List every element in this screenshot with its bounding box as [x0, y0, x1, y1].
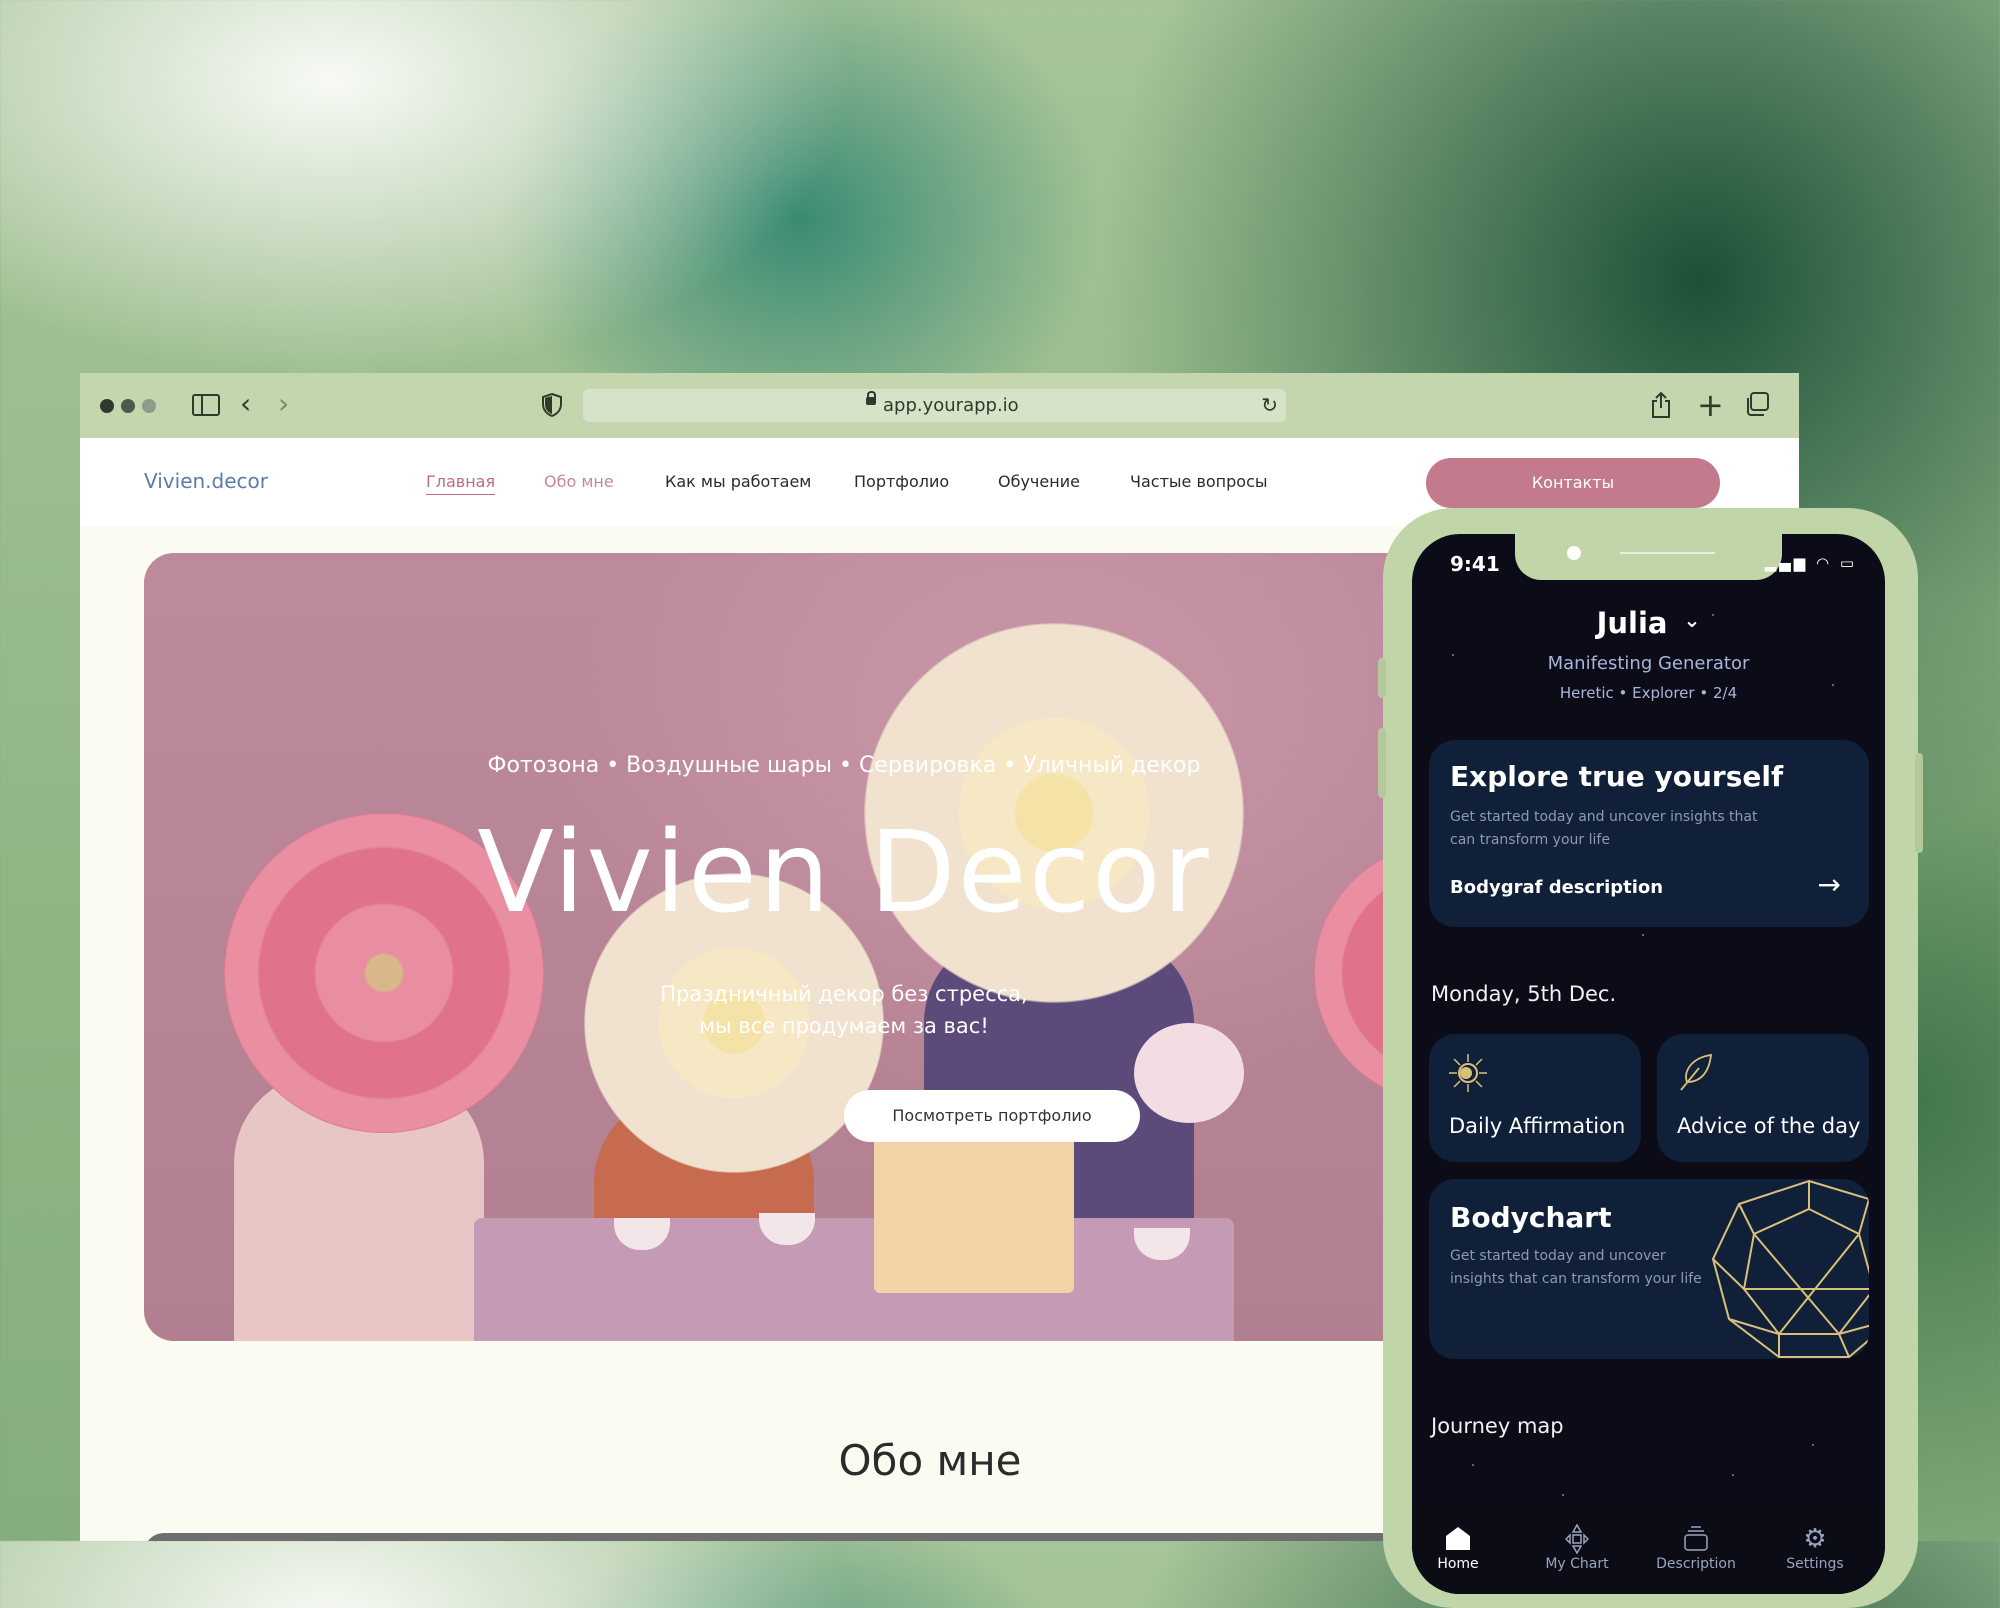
- bodychart-text-line: insights that can transform your life: [1450, 1271, 1702, 1287]
- close-window-button[interactable]: [100, 399, 114, 413]
- phone-frame: 9:41 ▂▄▆ ◠ ▭ Julia ⌄ Manifesting Generat…: [1378, 508, 1923, 1608]
- hero-tags: Фотозона • Воздушные шары • Сервировка •…: [487, 753, 1201, 778]
- tab-my-chart[interactable]: My Chart: [1522, 1522, 1632, 1572]
- explore-card-title: Explore true yourself: [1450, 760, 1784, 793]
- tabs-icon[interactable]: [1745, 392, 1769, 416]
- arrow-right-icon[interactable]: →: [1818, 868, 1841, 901]
- nav-link-home[interactable]: Главная: [426, 472, 496, 495]
- user-type: Manifesting Generator: [1547, 653, 1750, 674]
- geometric-polyhedron-icon: [1711, 1179, 1869, 1358]
- tab-description[interactable]: Description: [1641, 1522, 1751, 1572]
- camera-dot: [1567, 546, 1581, 560]
- maximize-window-button[interactable]: [142, 399, 156, 413]
- tab-label: Home: [1437, 1556, 1479, 1572]
- site-logo[interactable]: Vivien.decor: [144, 469, 268, 493]
- explore-card-text-line: can transform your life: [1450, 832, 1610, 848]
- daily-affirmation-title: Daily Affirmation: [1449, 1114, 1626, 1138]
- chevron-down-icon: ⌄: [1683, 608, 1701, 632]
- profile-switcher[interactable]: Julia ⌄: [1412, 606, 1885, 640]
- star-dot: [1642, 934, 1644, 936]
- sun-icon: [1449, 1054, 1487, 1092]
- star-dot: [1562, 1494, 1564, 1496]
- user-name: Julia: [1596, 606, 1668, 640]
- status-icons: ▂▄▆ ◠ ▭: [1764, 554, 1857, 572]
- phone-side-button: [1378, 658, 1386, 698]
- hero-banner: Фотозона • Воздушные шары • Сервировка •…: [144, 553, 1544, 1341]
- explore-card[interactable]: Explore true yourself Get started today …: [1429, 740, 1869, 927]
- lock-icon: [866, 391, 876, 405]
- contacts-button[interactable]: Контакты: [1426, 458, 1720, 508]
- hero-subtitle-line: Праздничный декор без стресса,: [660, 982, 1028, 1006]
- home-icon: [1446, 1527, 1470, 1550]
- hero-table: [474, 1218, 1234, 1341]
- bottom-tab-bar: Home My Chart Description ⚙ Settings: [1412, 1504, 1885, 1594]
- nav-link-portfolio[interactable]: Портфолио: [854, 472, 949, 491]
- view-portfolio-button[interactable]: Посмотреть портфолио: [844, 1090, 1140, 1142]
- back-icon[interactable]: ‹: [240, 390, 251, 418]
- feather-icon: [1680, 1053, 1713, 1091]
- new-tab-plus-icon[interactable]: +: [1697, 389, 1724, 421]
- address-bar[interactable]: app.yourapp.io ↻: [583, 389, 1286, 422]
- explore-card-text-line: Get started today and uncover insights t…: [1450, 809, 1758, 825]
- advice-of-the-day-card[interactable]: Advice of the day: [1657, 1034, 1869, 1162]
- hero-subtitle: Праздничный декор без стресса, мы все пр…: [144, 978, 1544, 1042]
- hero-title: Vivien Decor: [477, 808, 1211, 938]
- sidebar-icon[interactable]: [192, 394, 220, 416]
- minimize-window-button[interactable]: [121, 399, 135, 413]
- shield-icon[interactable]: [542, 393, 562, 417]
- user-profile-meta: Heretic • Explorer • 2/4: [1559, 684, 1738, 702]
- nav-link-education[interactable]: Обучение: [998, 472, 1080, 491]
- browser-toolbar: ‹ › app.yourapp.io ↻ +: [80, 373, 1799, 438]
- speaker-line: [1620, 552, 1715, 554]
- reload-icon[interactable]: ↻: [1261, 393, 1278, 417]
- star-dot: [1472, 1464, 1474, 1466]
- date-label: Monday, 5th Dec.: [1431, 982, 1617, 1006]
- tab-label: Settings: [1786, 1556, 1844, 1572]
- bodychart-card[interactable]: Bodychart Get started today and uncover …: [1429, 1179, 1869, 1359]
- hero-subtitle-line: мы все продумаем за вас!: [699, 1014, 989, 1038]
- bodychart-text: Get started today and uncover insights t…: [1450, 1245, 1702, 1291]
- nav-link-about[interactable]: Обо мне: [544, 472, 614, 491]
- url-text: app.yourapp.io: [883, 395, 1019, 416]
- phone-notch: [1515, 534, 1782, 580]
- phone-side-button: [1378, 728, 1386, 798]
- nav-link-how-we-work[interactable]: Как мы работаем: [665, 472, 811, 491]
- journey-map-label: Journey map: [1431, 1414, 1564, 1438]
- gear-icon: ⚙: [1803, 1524, 1827, 1554]
- phone-side-button: [1915, 753, 1923, 853]
- share-icon[interactable]: [1650, 391, 1672, 419]
- bodychart-title: Bodychart: [1450, 1201, 1612, 1234]
- advice-of-the-day-title: Advice of the day: [1677, 1114, 1861, 1138]
- tab-label: Description: [1656, 1556, 1736, 1572]
- tab-label: My Chart: [1545, 1556, 1609, 1572]
- forward-icon[interactable]: ›: [278, 390, 289, 418]
- stack-icon: [1684, 1526, 1708, 1551]
- star-dot: [1732, 1474, 1734, 1476]
- explore-card-text: Get started today and uncover insights t…: [1450, 806, 1758, 852]
- bodychart-text-line: Get started today and uncover: [1450, 1248, 1666, 1264]
- chart-icon: [1564, 1523, 1590, 1555]
- phone-screen: 9:41 ▂▄▆ ◠ ▭ Julia ⌄ Manifesting Generat…: [1412, 534, 1885, 1594]
- tab-settings[interactable]: ⚙ Settings: [1760, 1522, 1870, 1572]
- bodygraf-description-link[interactable]: Bodygraf description: [1450, 877, 1663, 898]
- star-dot: [1812, 1444, 1814, 1446]
- daily-affirmation-card[interactable]: Daily Affirmation: [1429, 1034, 1641, 1162]
- nav-link-faq[interactable]: Частые вопросы: [1130, 472, 1268, 491]
- tab-home[interactable]: Home: [1412, 1522, 1513, 1572]
- status-time: 9:41: [1450, 552, 1500, 576]
